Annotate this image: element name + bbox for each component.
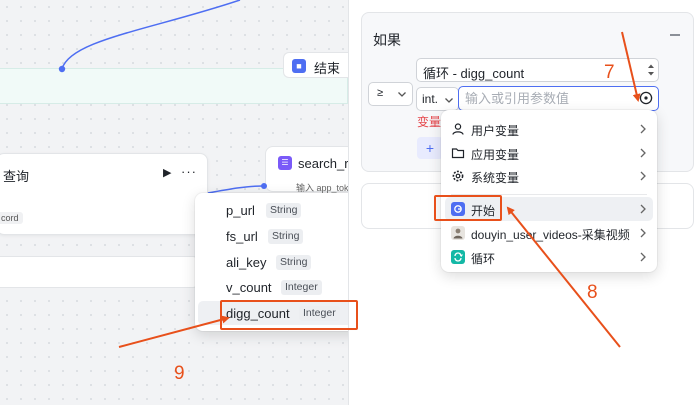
annotation-arrows	[118, 31, 641, 348]
arrow-8	[506, 206, 621, 348]
arrow-7	[621, 31, 641, 102]
arrow-9	[118, 315, 230, 348]
